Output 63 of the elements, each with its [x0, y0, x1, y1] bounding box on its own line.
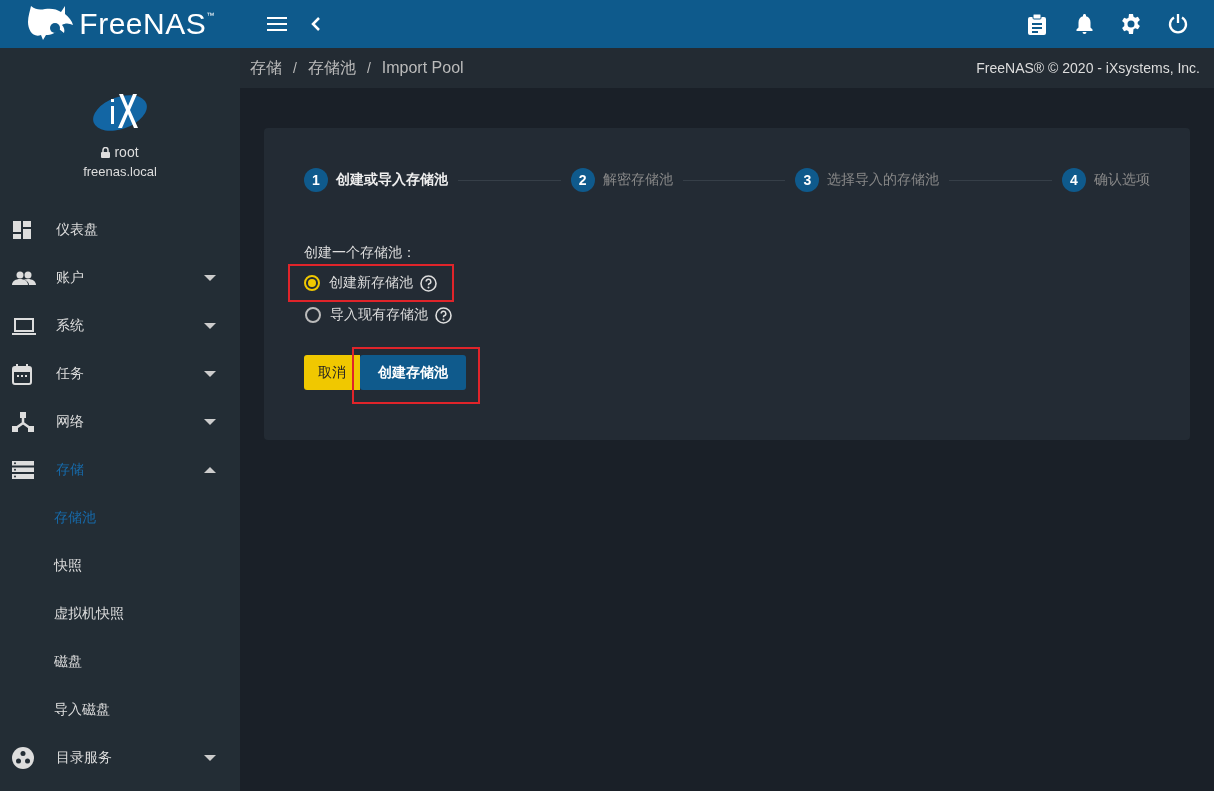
help-icon[interactable]	[420, 274, 437, 292]
nav-subitem[interactable]: 导入磁盘	[0, 686, 240, 734]
radio-label: 创建新存储池	[329, 274, 413, 292]
storage-icon	[12, 461, 34, 479]
username: root	[114, 144, 139, 160]
caret-icon	[204, 275, 216, 281]
hostname: freenas.local	[83, 164, 157, 179]
nav-label: 网络	[56, 413, 85, 431]
radio-button[interactable]	[305, 307, 321, 323]
caret-icon	[204, 467, 216, 473]
calendar-icon	[12, 363, 32, 385]
cancel-button[interactable]: 取消	[304, 355, 360, 390]
nav-label: 目录服务	[56, 749, 113, 767]
chevron-left-icon	[310, 17, 320, 31]
clipboard-icon	[1028, 13, 1046, 35]
step-number: 2	[570, 168, 595, 192]
caret-icon	[204, 371, 216, 377]
copyright-text: FreeNAS® © 2020 - iXsystems, Inc.	[976, 60, 1200, 76]
help-icon[interactable]	[435, 306, 452, 324]
lock-icon	[101, 146, 111, 158]
nav-item[interactable]: 网络	[0, 398, 240, 446]
breadcrumb-current: Import Pool	[381, 59, 464, 77]
nav-subitem[interactable]: 快照	[0, 542, 240, 590]
power-icon	[1168, 14, 1188, 34]
logo-text: FreeNAS™	[79, 7, 215, 41]
nav-item[interactable]: 任务	[0, 350, 240, 398]
step-number: 3	[795, 168, 820, 192]
nav-label: 仪表盘	[56, 221, 99, 239]
nav-item[interactable]: 仪表盘	[0, 206, 240, 254]
breadcrumb-link[interactable]: 存储	[250, 57, 282, 79]
directory-icon	[12, 747, 34, 769]
laptop-icon	[12, 317, 36, 335]
create-button[interactable]: 创建存储池	[360, 355, 466, 390]
breadcrumb-separator: /	[293, 60, 297, 76]
bell-icon	[1075, 14, 1093, 34]
caret-icon	[204, 419, 216, 425]
settings-icon	[1121, 14, 1141, 34]
network-icon	[12, 412, 34, 432]
step-number: 1	[304, 168, 328, 192]
dashboard-icon	[12, 220, 32, 240]
breadcrumb-separator: /	[366, 60, 371, 76]
nav-label: 账户	[56, 269, 85, 287]
form-legend: 创建一个存储池：	[304, 244, 1150, 262]
step-label: 解密存储池	[602, 171, 673, 189]
caret-icon	[204, 323, 216, 329]
breadcrumb-link[interactable]: 存储池	[307, 57, 356, 79]
people-icon	[12, 271, 36, 285]
nav-label: 系统	[56, 317, 85, 335]
nav-subitem[interactable]: 磁盘	[0, 638, 240, 686]
step-number: 4	[1062, 168, 1086, 192]
nav-subitem[interactable]: 虚拟机快照	[0, 590, 240, 638]
nav-label: 任务	[56, 365, 85, 383]
radio-label: 导入现有存储池	[330, 306, 428, 324]
nav-item[interactable]: 目录服务	[0, 734, 240, 782]
step-label: 创建或导入存储池	[336, 171, 448, 189]
nav-label: 存储	[56, 461, 85, 479]
caret-icon	[204, 755, 216, 761]
menu-icon	[267, 17, 287, 31]
step-label: 选择导入的存储池	[827, 171, 940, 189]
step-label: 确认选项	[1094, 171, 1150, 189]
nav-item[interactable]: 系统	[0, 302, 240, 350]
nav-item[interactable]: 账户	[0, 254, 240, 302]
radio-button[interactable]	[304, 275, 320, 291]
